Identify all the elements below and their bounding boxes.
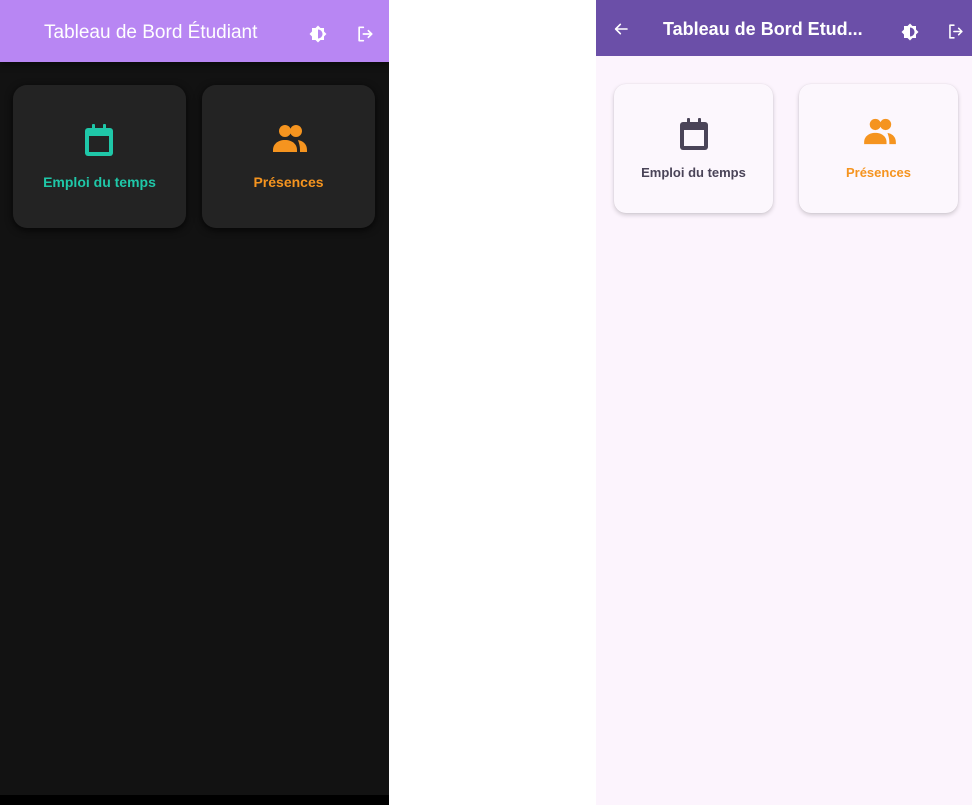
app-bar-title: Tableau de Bord Étudiant [44,22,258,43]
contrast-icon[interactable] [901,23,919,46]
navigation-bar [0,795,389,805]
calendar-icon [678,117,710,156]
card-emploi-du-temps[interactable]: Emploi du temps [614,84,773,213]
app-bar: Tableau de Bord Etud... [596,0,972,56]
app-bar-title: Tableau de Bord Etud... [663,19,863,39]
card-emploi-du-temps[interactable]: Emploi du temps [13,85,186,228]
card-presences[interactable]: Présences [799,84,958,213]
card-label: Présences [253,174,324,190]
calendar-icon [83,123,115,162]
logout-icon[interactable] [946,22,965,46]
light-screen: Tableau de Bord Etud... Emploi du temps [596,0,972,805]
card-label: Emploi du temps [641,165,746,180]
people-icon [863,117,897,150]
card-presences[interactable]: Présences [202,85,375,228]
logout-icon[interactable] [355,24,375,49]
people-icon [272,123,308,158]
back-arrow-icon[interactable] [613,21,629,42]
contrast-icon[interactable] [309,25,327,48]
card-label: Emploi du temps [43,174,156,190]
dark-screen: Tableau de Bord Étudiant Emploi du temps [0,0,389,805]
card-label: Présences [845,165,912,180]
app-bar: Tableau de Bord Étudiant [0,0,389,62]
